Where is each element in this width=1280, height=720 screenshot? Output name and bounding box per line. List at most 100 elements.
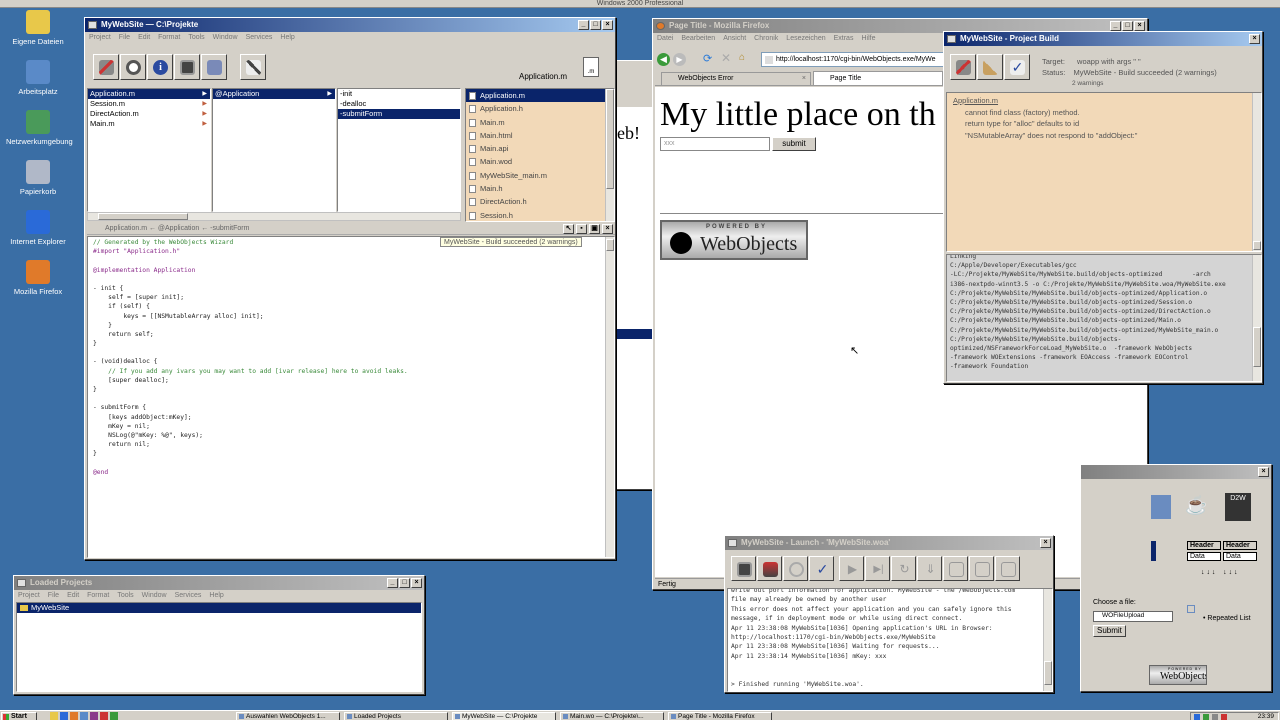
project-files-list[interactable]: Application.m Application.h Main.m Main.htm… bbox=[465, 88, 615, 222]
tray-icon[interactable] bbox=[1203, 714, 1209, 720]
menu-item[interactable]: Format bbox=[158, 32, 180, 44]
menu-item[interactable]: Extras bbox=[834, 33, 854, 45]
menu-item[interactable]: Lesezeichen bbox=[786, 33, 825, 45]
launch-stop-button[interactable] bbox=[783, 556, 808, 581]
menu-item[interactable]: Bearbeiten bbox=[681, 33, 715, 45]
close-button[interactable]: × bbox=[1134, 21, 1145, 31]
info-button[interactable]: i bbox=[147, 54, 173, 80]
palette-title-bar[interactable]: × bbox=[1081, 465, 1271, 479]
browser-item[interactable]: DirectAction.m ▶ bbox=[88, 109, 210, 119]
file-item[interactable]: Main.api bbox=[466, 142, 614, 155]
file-item[interactable]: DirectAction.h bbox=[466, 195, 614, 208]
launch-button[interactable] bbox=[174, 54, 200, 80]
palette-submit-button[interactable]: Submit bbox=[1093, 625, 1126, 637]
quicklaunch-icon[interactable] bbox=[90, 712, 98, 720]
maximize-button[interactable]: □ bbox=[1122, 21, 1133, 31]
forward-button[interactable]: ▶ bbox=[673, 53, 686, 66]
launch-options-button[interactable]: ✓ bbox=[809, 556, 834, 581]
browser-button[interactable] bbox=[969, 556, 994, 581]
file-item[interactable]: Main.h bbox=[466, 182, 614, 195]
task-button[interactable]: Page Title - Mozilla Firefox bbox=[668, 712, 772, 720]
launch-scrollbar[interactable] bbox=[1043, 589, 1052, 691]
menu-item[interactable]: File bbox=[48, 590, 59, 602]
pb-title-bar[interactable]: MyWebSite — C:\Projekte _ □ × bbox=[85, 18, 615, 32]
minimize-button[interactable]: _ bbox=[1110, 21, 1121, 31]
d2w-icon[interactable]: D2W bbox=[1225, 493, 1251, 521]
step-button[interactable]: ▶| bbox=[865, 556, 890, 581]
run-button[interactable]: ▶ bbox=[839, 556, 864, 581]
step-in-button[interactable]: ⇓ bbox=[917, 556, 942, 581]
stop-icon[interactable]: ✕ bbox=[721, 51, 731, 65]
reload-icon[interactable]: ⟳ bbox=[703, 52, 712, 65]
wo-palette-window[interactable]: × ☕ D2W Header Header Data Data ↓ ↓ ↓ ↓ … bbox=[1080, 464, 1272, 692]
menu-item[interactable]: Project bbox=[18, 590, 40, 602]
find-button[interactable] bbox=[120, 54, 146, 80]
task-button[interactable]: Auswahlen WebObjects 1... bbox=[236, 712, 340, 720]
project-item[interactable]: MyWebSite bbox=[17, 603, 421, 613]
build-log[interactable]: Linking C:/Apple/Developer/Executables/gc… bbox=[946, 254, 1262, 382]
maximize-button[interactable]: □ bbox=[399, 578, 410, 588]
palette-component-icon[interactable] bbox=[1151, 495, 1171, 519]
step-over-button[interactable]: ↻ bbox=[891, 556, 916, 581]
build-title-bar[interactable]: MyWebSite - Project Build × bbox=[944, 32, 1262, 46]
table-widget[interactable]: Header Header Data Data bbox=[1187, 541, 1257, 561]
maximize-button[interactable]: □ bbox=[590, 20, 601, 30]
close-button[interactable]: × bbox=[1258, 467, 1269, 477]
menu-item[interactable]: Edit bbox=[138, 32, 150, 44]
launch-title-bar[interactable]: MyWebSite - Launch - 'MyWebSite.woa' × bbox=[725, 536, 1053, 550]
quicklaunch-icon[interactable] bbox=[70, 712, 78, 720]
browser-item[interactable]: Session.m ▶ bbox=[88, 99, 210, 109]
console-button[interactable] bbox=[943, 556, 968, 581]
menu-item[interactable]: Window bbox=[213, 32, 238, 44]
tab-page-title[interactable]: Page Title bbox=[813, 71, 943, 85]
options-button[interactable]: ✓ bbox=[1004, 54, 1030, 80]
file-upload-field[interactable]: WOFileUpload bbox=[1093, 611, 1173, 622]
browser-item[interactable]: @Application ▶ bbox=[213, 89, 335, 99]
file-item[interactable]: Main.html bbox=[466, 129, 614, 142]
loaded-projects-window[interactable]: Loaded Projects _ □ × Project File Edit Forma… bbox=[13, 575, 425, 695]
minimize-button[interactable]: _ bbox=[387, 578, 398, 588]
tab-webobjects-error[interactable]: WebObjects Error × bbox=[661, 72, 811, 85]
menu-item[interactable]: Window bbox=[142, 590, 167, 602]
browser-hscrollbar[interactable] bbox=[87, 212, 461, 221]
menu-item[interactable]: Tools bbox=[188, 32, 204, 44]
file-item[interactable]: Session.h bbox=[466, 209, 614, 221]
close-button[interactable]: × bbox=[411, 578, 422, 588]
warnings-scrollbar[interactable] bbox=[1252, 93, 1261, 251]
menu-item[interactable]: Hilfe bbox=[861, 33, 875, 45]
tab-close-icon[interactable]: × bbox=[802, 73, 806, 85]
browser-item[interactable]: -init bbox=[338, 89, 460, 99]
tray-icon[interactable] bbox=[1221, 714, 1227, 720]
collapse-button[interactable]: ▣ bbox=[589, 224, 600, 234]
quicklaunch-icon[interactable] bbox=[110, 712, 118, 720]
powered-by-webobjects-badge[interactable]: POWERED BY WebObjects bbox=[660, 220, 808, 260]
start-button[interactable]: Start bbox=[1, 712, 37, 720]
tray-icon[interactable] bbox=[1212, 714, 1218, 720]
settings-button[interactable] bbox=[995, 556, 1020, 581]
quicklaunch-icon[interactable] bbox=[60, 712, 68, 720]
repetition-icon[interactable] bbox=[1187, 605, 1195, 613]
menu-item[interactable]: File bbox=[119, 32, 130, 44]
close-button[interactable]: × bbox=[1249, 34, 1260, 44]
desktop-icon[interactable]: Eigene Dateien bbox=[6, 10, 70, 46]
lp-title-bar[interactable]: Loaded Projects _ □ × bbox=[14, 576, 424, 590]
launch-console[interactable]: write out port information for applicati… bbox=[727, 588, 1053, 692]
menu-item[interactable]: Datei bbox=[657, 33, 673, 45]
files-scrollbar[interactable] bbox=[605, 89, 614, 221]
desktop-icon[interactable]: Papierkorb bbox=[6, 160, 70, 196]
desktop-icon[interactable]: Netzwerkumgebung bbox=[6, 110, 73, 146]
warning-file[interactable]: Application.m bbox=[953, 95, 1261, 107]
quicklaunch-icon[interactable] bbox=[80, 712, 88, 720]
browser-column-classes[interactable]: @Application ▶ bbox=[212, 88, 336, 212]
key-input[interactable]: xxx bbox=[660, 137, 770, 151]
debug-button[interactable] bbox=[201, 54, 227, 80]
launch-monitor-button[interactable] bbox=[731, 556, 756, 581]
quicklaunch-icon[interactable] bbox=[50, 712, 58, 720]
home-icon[interactable]: ⌂ bbox=[739, 52, 745, 63]
launch-window[interactable]: MyWebSite - Launch - 'MyWebSite.woa' × ✓… bbox=[724, 535, 1054, 693]
launch-debug-button[interactable] bbox=[757, 556, 782, 581]
menu-item[interactable]: Format bbox=[87, 590, 109, 602]
close-button[interactable]: × bbox=[602, 20, 613, 30]
browser-item[interactable]: Main.m ▶ bbox=[88, 119, 210, 129]
menu-item[interactable]: Help bbox=[280, 32, 294, 44]
